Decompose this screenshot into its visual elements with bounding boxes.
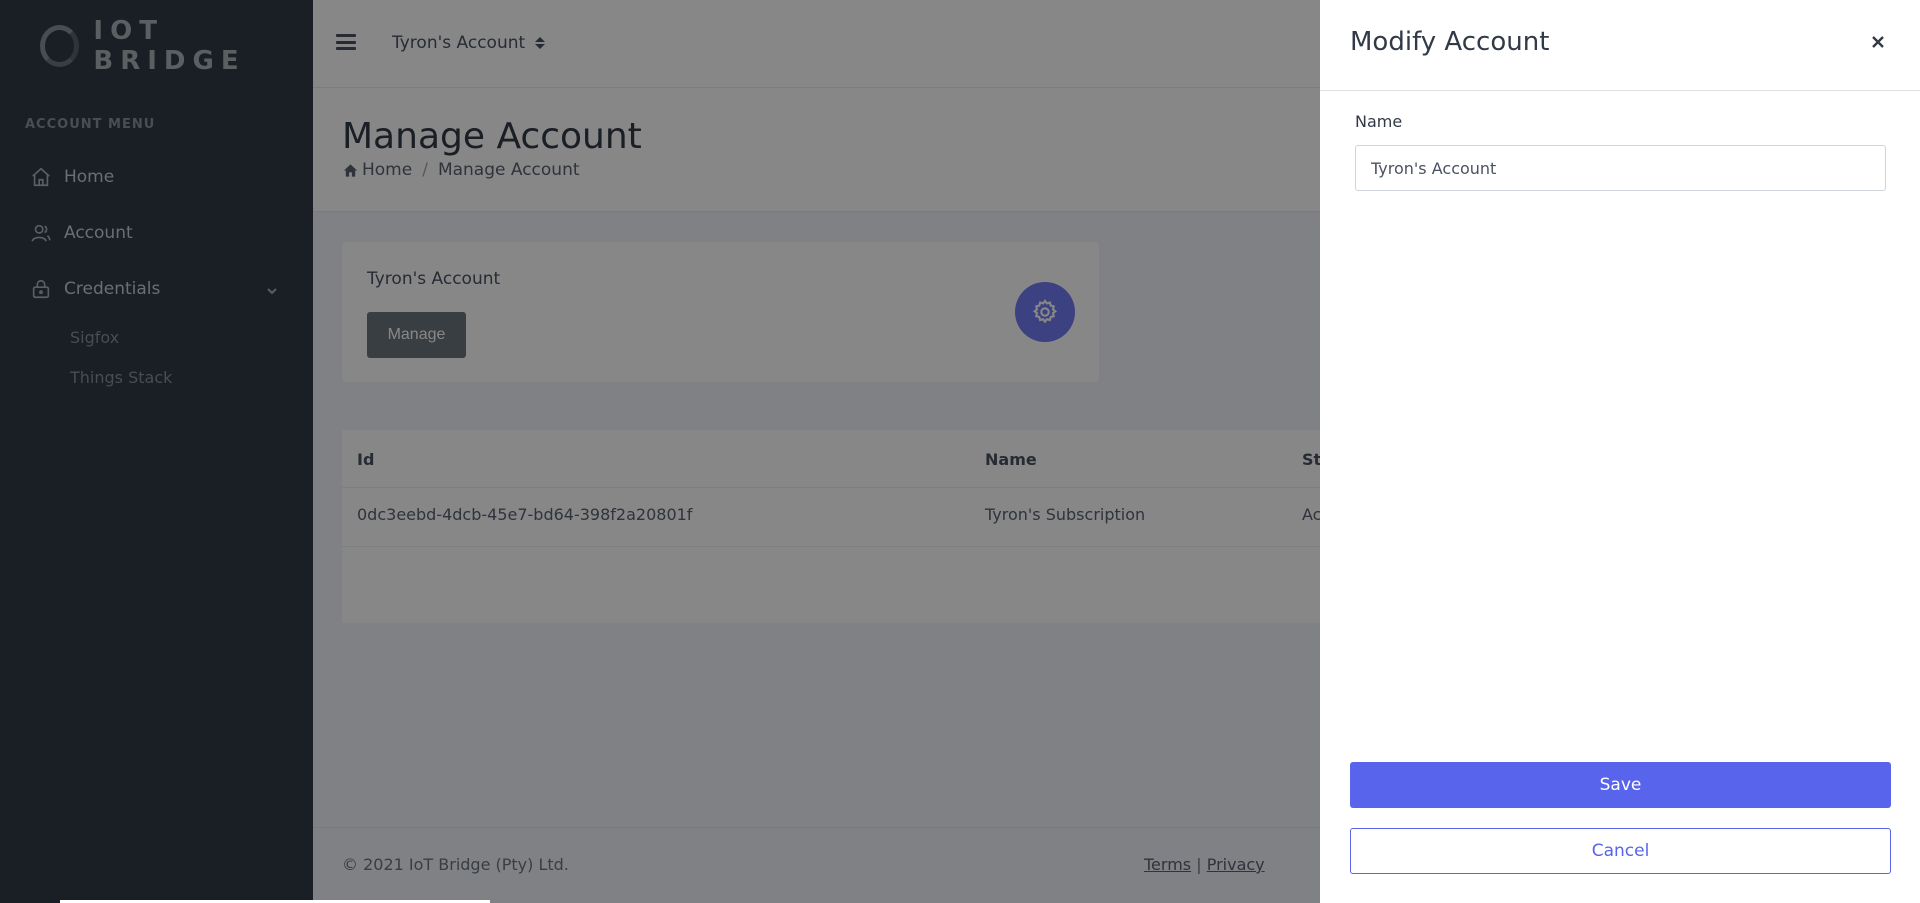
account-name-input[interactable] (1355, 145, 1886, 191)
cancel-button[interactable]: Cancel (1350, 828, 1891, 874)
panel-header: Modify Account (1320, 0, 1920, 91)
save-button[interactable]: Save (1350, 762, 1891, 808)
close-icon[interactable] (1868, 32, 1888, 52)
modify-account-panel: Modify Account Name Save Cancel (1320, 0, 1920, 903)
name-field-label: Name (1355, 112, 1403, 131)
panel-title: Modify Account (1350, 27, 1550, 57)
